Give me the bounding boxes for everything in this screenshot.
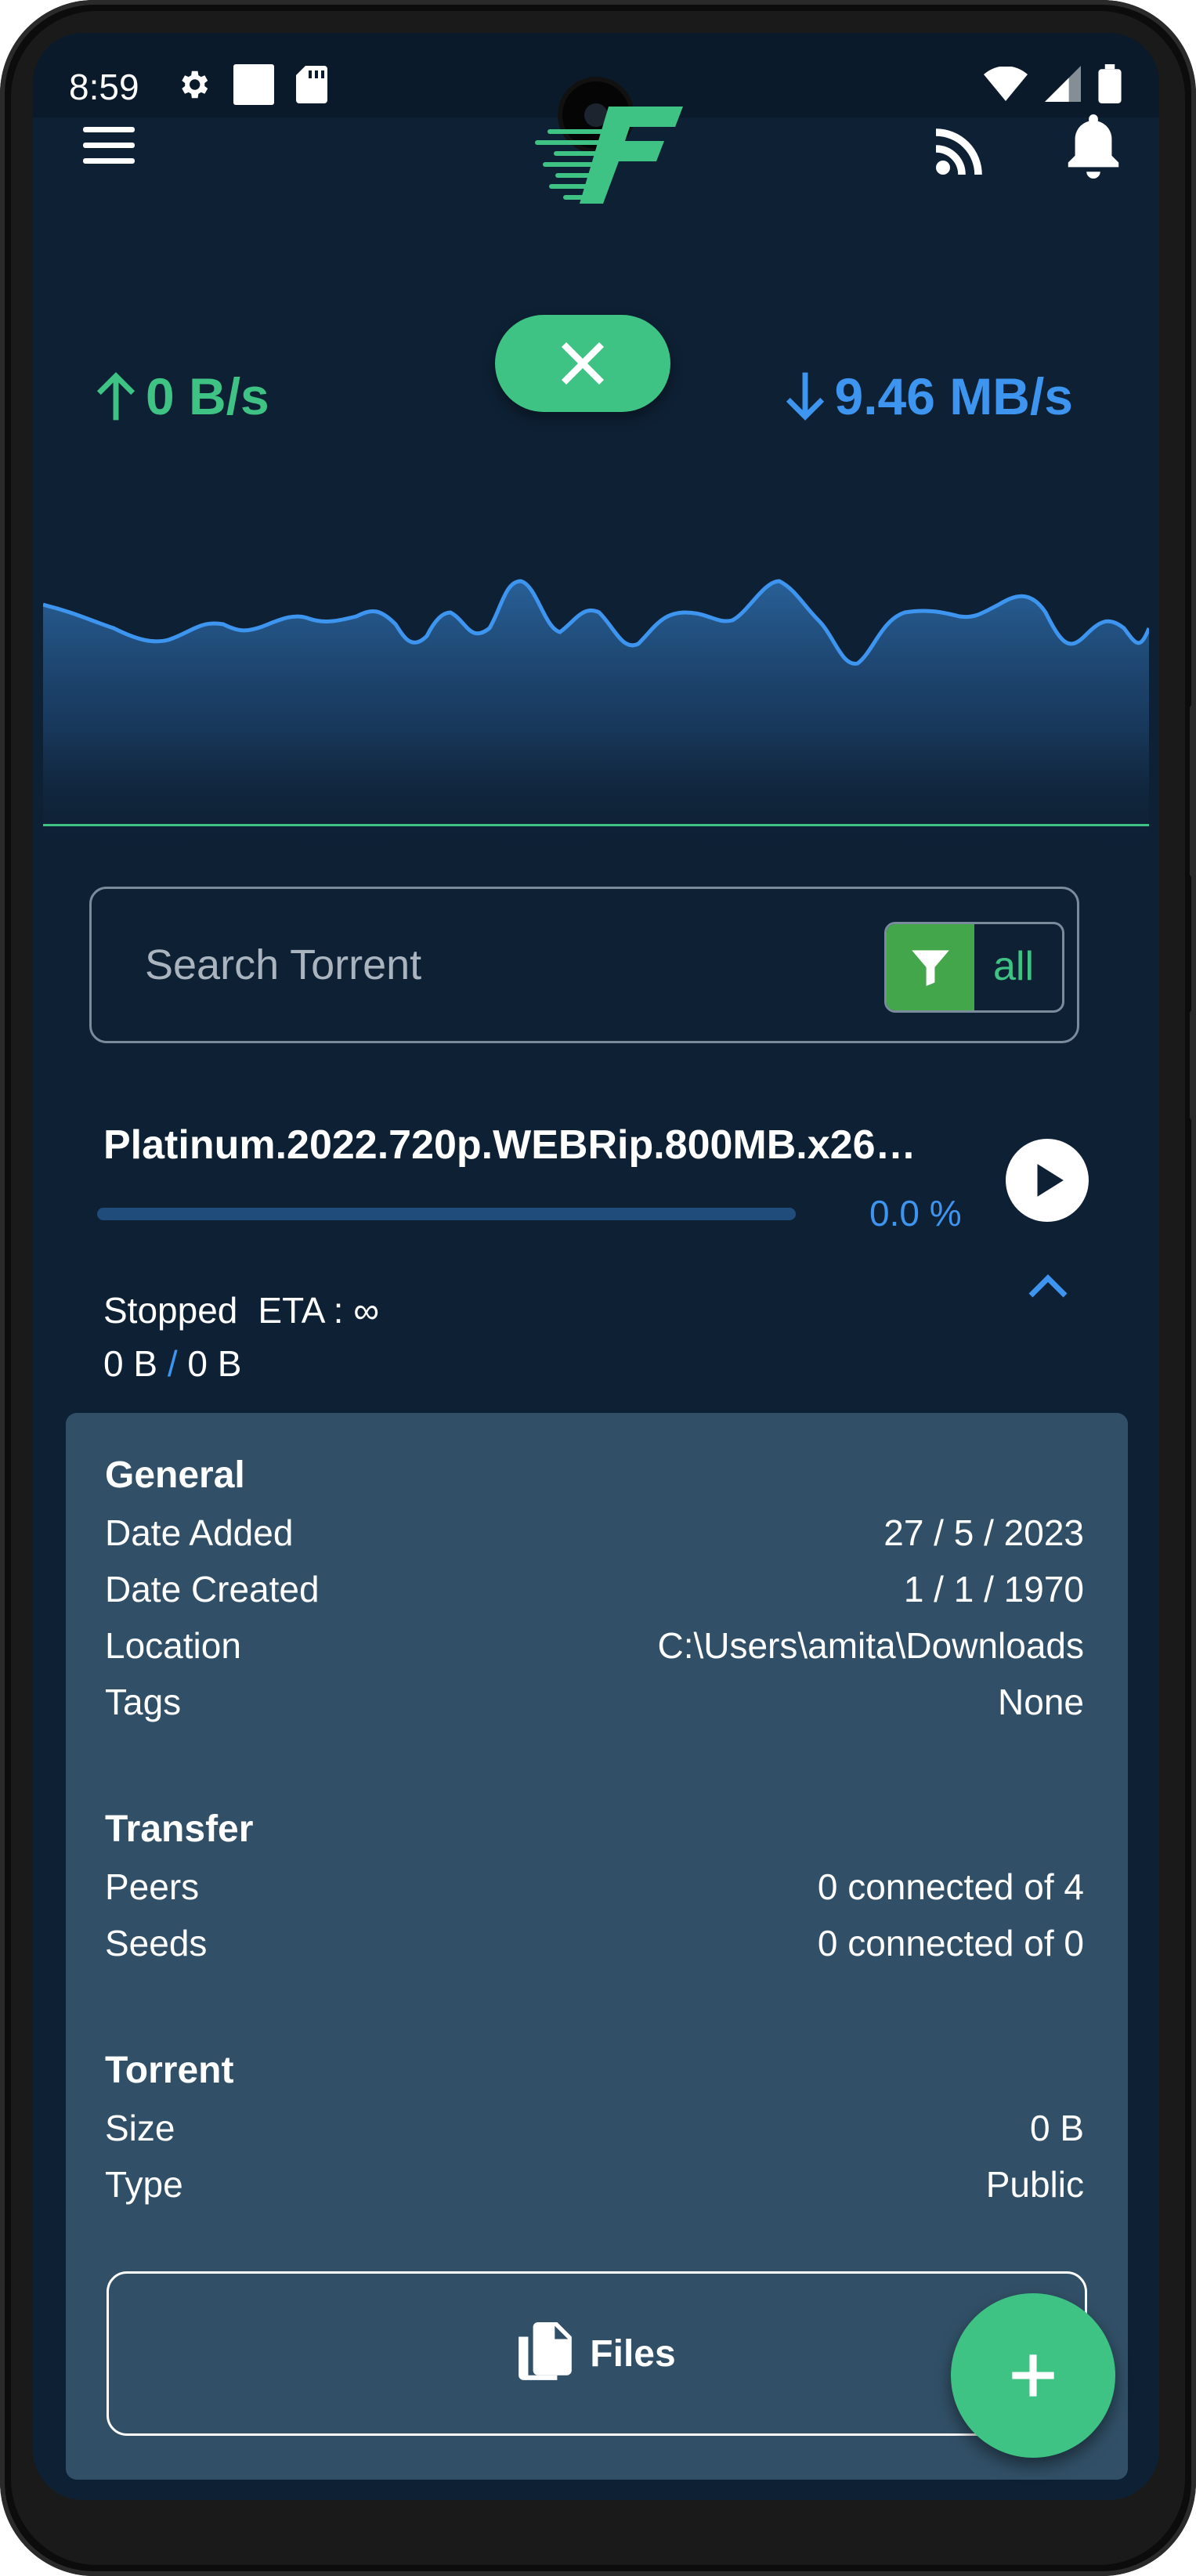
- download-speed: 9.46 MB/s: [785, 367, 1073, 426]
- bell-icon[interactable]: [1065, 114, 1122, 179]
- torrent-state: Stopped: [103, 1290, 238, 1331]
- filter-label: all: [993, 944, 1035, 989]
- signal-icon: [1045, 66, 1081, 102]
- notification-square-icon: [233, 64, 274, 105]
- location-value: C:\Users\amita\Downloads: [657, 1625, 1084, 1666]
- peers-label: Peers: [105, 1866, 200, 1907]
- files-button-label: Files: [590, 2332, 676, 2375]
- size-value: 0 B: [1029, 2108, 1084, 2148]
- plus-icon: [1012, 2354, 1054, 2397]
- seeds-label: Seeds: [105, 1923, 208, 1964]
- wifi-icon: [984, 67, 1028, 101]
- section-general-title: General: [105, 1454, 245, 1496]
- section-torrent-title: Torrent: [105, 2050, 234, 2091]
- downloaded-size: 0 B: [103, 1343, 158, 1384]
- play-icon: [1037, 1164, 1064, 1197]
- seeds-value: 0 connected of 0: [817, 1923, 1084, 1964]
- size-label: Size: [105, 2108, 175, 2148]
- resume-button[interactable]: [1006, 1139, 1089, 1222]
- search-placeholder: Search Torrent: [145, 941, 422, 988]
- stop-all-button[interactable]: [495, 315, 670, 412]
- arrow-up-icon: [96, 372, 135, 421]
- power-button: [1190, 1010, 1196, 1120]
- filter-button[interactable]: [887, 924, 974, 1010]
- files-button[interactable]: Files: [107, 2271, 1087, 2436]
- peers-value: 0 connected of 4: [817, 1866, 1084, 1907]
- date-created-label: Date Created: [105, 1569, 320, 1610]
- download-speed-value: 9.46 MB/s: [834, 367, 1073, 425]
- torrent-eta: ETA : ∞: [258, 1290, 380, 1331]
- upload-speed: 0 B/s: [96, 367, 269, 426]
- arrow-down-icon: [786, 372, 824, 421]
- date-added-label: Date Added: [105, 1512, 294, 1553]
- torrent-size-progress: 0 B / 0 B: [103, 1342, 241, 1385]
- torrent-progress-percent: 0.0 %: [869, 1193, 962, 1234]
- add-torrent-button[interactable]: [951, 2293, 1115, 2458]
- total-size: 0 B: [187, 1343, 242, 1384]
- search-torrent-field[interactable]: Search Torrent all: [89, 887, 1079, 1043]
- date-added-value: 27 / 5 / 2023: [883, 1512, 1084, 1553]
- size-separator: /: [167, 1343, 178, 1384]
- graph-divider: [43, 824, 1149, 826]
- sd-card-icon: [296, 66, 327, 103]
- logo-icon: [535, 107, 683, 204]
- cast-icon[interactable]: [934, 121, 990, 177]
- volume-button: [1190, 705, 1196, 877]
- upload-speed-value: 0 B/s: [146, 367, 269, 425]
- tags-label: Tags: [105, 1682, 182, 1722]
- status-icons-left: [175, 64, 327, 105]
- type-label: Type: [105, 2164, 183, 2205]
- close-icon: [561, 341, 605, 385]
- torrent-details-panel: General Date Added 27 / 5 / 2023 Date Cr…: [66, 1413, 1128, 2480]
- location-label: Location: [105, 1625, 241, 1666]
- torrent-progress-bar: [97, 1208, 796, 1220]
- date-created-value: 1 / 1 / 1970: [903, 1569, 1084, 1610]
- menu-icon[interactable]: [83, 127, 135, 164]
- torrent-name[interactable]: Platinum.2022.720p.WEBRip.800MB.x26…: [103, 1122, 996, 1169]
- speed-graph: [43, 579, 1149, 855]
- section-transfer-title: Transfer: [105, 1808, 254, 1850]
- phone-frame: 8:59 0 B/s 9.46 MB/s Search Torrent all …: [0, 0, 1196, 2576]
- torrent-status: Stopped ETA : ∞: [103, 1289, 379, 1331]
- tags-value: None: [998, 1682, 1084, 1722]
- app-screen: 8:59 0 B/s 9.46 MB/s Search Torrent all …: [33, 33, 1159, 2500]
- chevron-up-icon[interactable]: [1026, 1270, 1070, 1302]
- type-value: Public: [985, 2164, 1084, 2205]
- filter-icon: [912, 950, 949, 986]
- settings-status-icon: [182, 70, 208, 99]
- status-time: 8:59: [69, 67, 139, 107]
- files-icon: [519, 2322, 573, 2380]
- status-icons-right: [984, 64, 1122, 103]
- filter-toggle[interactable]: all: [884, 922, 1064, 1013]
- battery-icon: [1098, 64, 1122, 103]
